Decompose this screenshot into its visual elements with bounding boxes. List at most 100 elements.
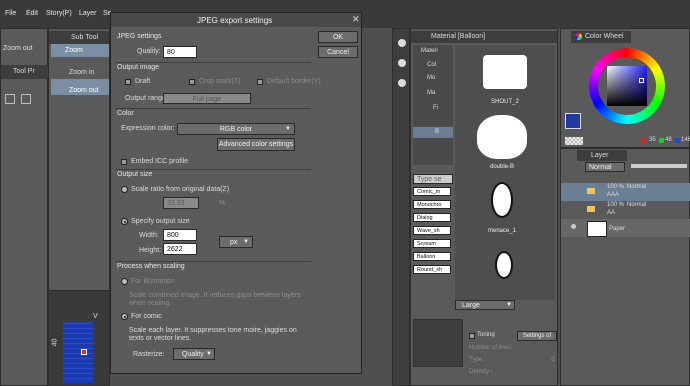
menu-story[interactable]: Story(P) [46,10,72,17]
chevron-down-icon: ▼ [285,126,291,132]
scale-ratio-label: Scale ratio from original data(Z) [131,186,230,193]
material-icon[interactable] [398,39,406,47]
crop-mark-checkbox[interactable] [189,79,195,85]
material-list-item[interactable]: Balloon [413,252,451,261]
prop-density-label: Density : [469,369,493,375]
width-input[interactable]: 800 [163,229,197,241]
jpeg-export-dialog: JPEG export settings ✕ JPEG settings Qua… [110,12,362,374]
embed-icc-label: Embed ICC profile [131,158,189,165]
eye-icon[interactable] [571,224,576,229]
draft-checkbox[interactable] [125,79,131,85]
color-wheel-icon [575,33,582,40]
magnifier-icon[interactable] [21,94,31,104]
tool-property-tab[interactable]: Tool Pr [1,65,48,79]
chevron-down-icon: ▼ [506,302,512,308]
navigator-preview[interactable] [63,321,93,383]
for-illustration-label: For illustration [131,278,175,285]
material-tab[interactable]: Material [Balloon] [411,31,557,43]
opacity-slider[interactable] [631,164,687,168]
output-range-label: Output range: [125,95,168,102]
folder-icon [587,206,595,212]
menu-layer[interactable]: Layer [79,10,97,17]
layer-tab[interactable]: Layer [577,150,627,161]
menu-edit[interactable]: Edit [26,10,38,17]
material-search-input[interactable]: Type se [413,174,453,184]
color-wheel-tab[interactable]: Color Wheel [571,31,631,43]
crop-mark-label: Crop mark(T) [199,78,241,85]
material-list-item[interactable]: Wave_sh [413,226,451,235]
draft-label: Draft [135,78,151,85]
section-output-image: Output image [117,64,160,71]
quality-label: Quality: [137,48,161,55]
cancel-button[interactable]: Cancel [318,46,358,58]
subtool-zoom[interactable]: Zoom [51,44,109,57]
unit-select[interactable]: px ▼ [219,236,253,248]
subtool-zoom-out[interactable]: Zoom out [51,79,109,95]
material-list-item[interactable]: Round_sh [413,265,451,274]
height-label: Height: [139,247,162,254]
scale-ratio-input[interactable]: 33.33 [163,197,199,209]
menu-file[interactable]: File [5,10,16,17]
dialog-title: JPEG export settings [197,16,273,25]
tree-item[interactable]: Fi [433,105,438,111]
saturation-value-square[interactable] [607,66,647,106]
dialog-titlebar: JPEG export settings ✕ [111,13,361,27]
quality-input[interactable]: 80 [163,46,197,58]
section-color: Color [117,110,134,117]
blue-value: 146 [681,137,690,143]
ok-button[interactable]: OK [318,31,358,43]
balloon-thumb[interactable] [495,251,513,279]
blend-mode-select[interactable]: Normal [585,162,625,172]
material-list-item[interactable]: Monochro [413,200,451,209]
blue-indicator [675,138,680,143]
material-list-item[interactable]: Comic_m [413,187,451,196]
main-color-swatch[interactable] [565,113,581,129]
for-comic-radio[interactable] [121,313,128,320]
scale-ratio-radio[interactable] [121,186,128,193]
balloon-double-thumb[interactable] [477,115,527,159]
tree-item-selected[interactable]: B [413,127,453,138]
layer-panel: Layer Normal 100 % Normal AAA 100 % Norm… [560,148,690,386]
tree-item[interactable]: Mo [427,75,435,81]
green-indicator [659,138,664,143]
zoom-out-title: Zoom out [3,45,33,52]
advanced-color-settings-button[interactable]: Advanced color settings [217,138,295,151]
toning-label: Toning [477,332,495,338]
layer-row[interactable]: Paper [561,219,690,237]
for-illustration-radio[interactable] [121,278,128,285]
balloon-menace-thumb[interactable] [491,182,513,218]
specify-size-radio[interactable] [121,218,128,225]
subtool-zoom-in[interactable]: Zoom in [51,61,109,76]
red-indicator [641,138,646,143]
layer-row[interactable]: 100 % Normal AAA [561,183,690,201]
tone-settings-button[interactable]: Settings of [517,331,557,341]
height-input[interactable]: 2622 [163,243,197,255]
expression-color-select[interactable]: RGB color ▼ [177,123,295,135]
material-icon[interactable] [398,59,406,67]
hue-ring[interactable] [589,48,665,124]
subtool-tab[interactable]: Sub Tool [49,31,109,44]
tree-item[interactable]: Ma [427,90,435,96]
rasterize-select[interactable]: Quality ▼ [173,348,215,360]
material-toolbar [392,28,410,386]
tree-item[interactable]: Materi [421,48,438,54]
embed-icc-checkbox[interactable] [121,159,127,165]
material-list-item[interactable]: Dialog [413,213,451,222]
output-range-select[interactable]: Full page [163,93,251,104]
width-label: Width: [139,232,159,239]
section-process-scaling: Process when scaling [117,263,185,270]
color-wheel-panel: Color Wheel 35 48 146 [560,28,690,148]
transparent-color-swatch[interactable] [565,137,583,145]
material-icon[interactable] [398,79,406,87]
tree-item[interactable]: Col [427,62,436,68]
close-icon[interactable]: ✕ [352,14,360,25]
navigator-marker[interactable] [81,349,87,355]
balloon-shout-thumb[interactable] [483,55,527,89]
toning-checkbox[interactable] [469,333,475,339]
default-border-checkbox[interactable] [257,79,263,85]
magnifier-icon[interactable] [5,94,15,104]
color-picker-marker[interactable] [639,78,644,83]
material-list-item[interactable]: Scream [413,239,451,248]
thumbnail-size-select[interactable]: Large ▼ [455,300,515,310]
layer-row[interactable]: 100 % Normal AA [561,201,690,219]
